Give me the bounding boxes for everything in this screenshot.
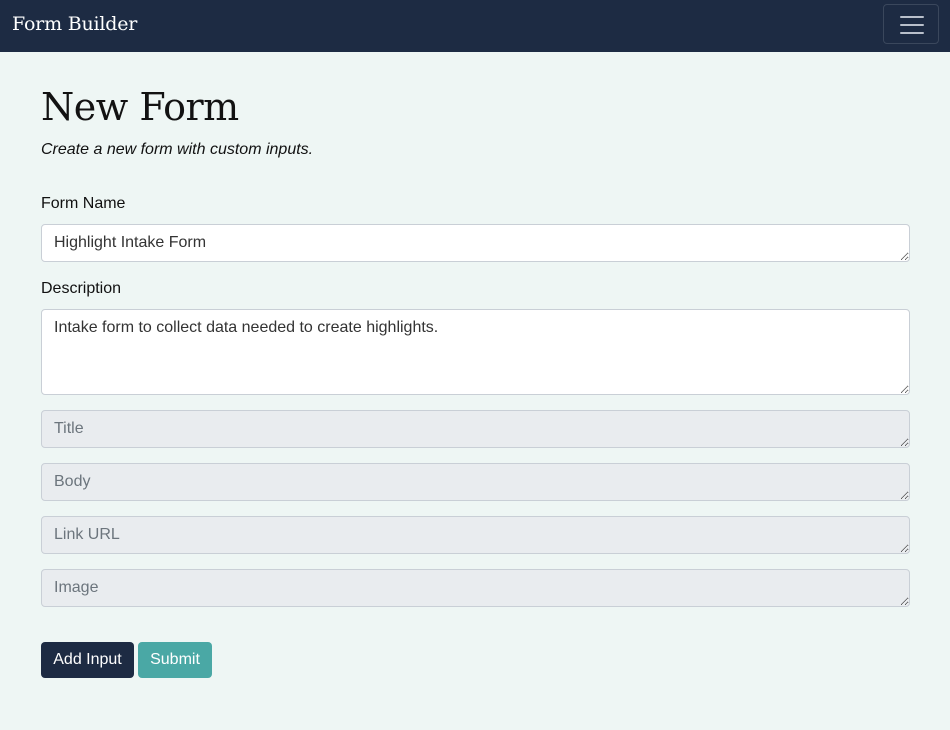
page-title: New Form [41,85,239,129]
title-input[interactable] [41,410,910,448]
menu-toggle-button[interactable] [883,4,939,44]
brand-title[interactable]: Form Builder [12,12,137,36]
navbar: Form Builder [0,0,950,52]
body-input[interactable] [41,463,910,501]
hamburger-menu-icon [900,16,924,18]
hamburger-menu-icon-bar [900,24,924,26]
description-field[interactable] [41,309,910,395]
page-subtitle: Create a new form with custom inputs. [41,141,314,158]
link-url-input[interactable] [41,516,910,554]
form-name-field[interactable] [41,224,910,262]
description-label: Description [41,280,122,297]
image-input[interactable] [41,569,910,607]
form-name-label: Form Name [41,195,126,212]
submit-button[interactable]: Submit [138,642,212,678]
hamburger-menu-icon-bar [900,32,924,34]
add-input-button[interactable]: Add Input [41,642,134,678]
